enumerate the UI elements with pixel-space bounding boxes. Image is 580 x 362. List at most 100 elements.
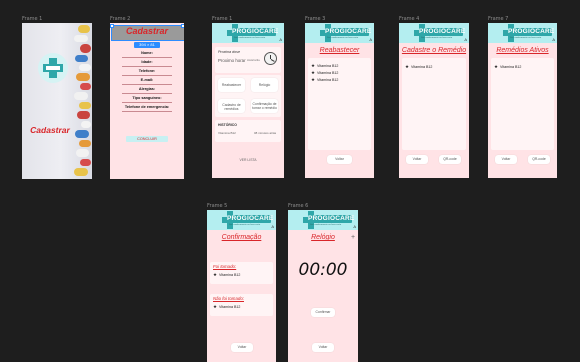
logo-wordmark: PROGIOCARE [325,28,372,36]
field-blood-type-label: Tipo sanguíneo: [132,96,162,100]
field-emergency-phone-label: Telefone de emergencia: [124,105,170,109]
star-icon: ★ [213,272,218,277]
frame-label[interactable]: Frame 1 [22,16,42,22]
logo-wordmark: PROGIOCARE [227,215,274,223]
splash-register-button[interactable]: Cadastrar [22,125,78,135]
app-header: PROGIOCARE Seu medicamento na hora certa… [212,23,284,43]
app-header: PROGIOCARE Seu medicamento na hora certa… [488,23,557,43]
logo-tagline: Seu medicamento na hora certa [510,37,542,39]
back-button[interactable]: Voltar [231,343,253,352]
back-button[interactable]: Voltar [312,343,334,352]
view-list-link[interactable]: VER LISTA [212,158,284,162]
register-title: Cadastrar [125,26,169,36]
taken-label: Foi tomado: [213,264,237,269]
frame-label[interactable]: Frame 1 [212,16,232,22]
qr-code-button[interactable]: QR-code [439,155,461,164]
back-button[interactable]: Voltar [495,155,517,164]
frame-label[interactable]: Frame 7 [488,16,508,22]
star-icon: ★ [213,304,218,309]
field-allergies-input[interactable] [122,93,172,94]
conclude-button[interactable]: CONCLUIR [126,136,168,142]
frame-restock: PROGIOCARE Seu medicamento na hora certa… [305,23,374,178]
app-header: PROGIOCARE Seu medicamento na hora certa… [207,210,276,230]
list-item[interactable]: ★ Vitamina B12 [213,272,240,278]
add-alarm-button[interactable]: + [351,234,355,241]
logo-tagline: Seu medicamento na hora certa [310,224,342,226]
not-taken-label: Não foi tomado: [213,296,244,301]
field-allergies-label: Alergias: [138,87,156,91]
header-corner-letter: A [353,224,356,229]
field-phone-label: Telefone: [138,69,156,73]
confirm-medicine-button[interactable]: Confirmação de tomar o remédio [251,99,278,113]
page-title: Cadastre o Remédio [401,47,467,54]
frame-label[interactable]: Frame 5 [207,203,227,209]
next-dose-note: Horário/dia [247,59,260,62]
back-button[interactable]: Voltar [327,155,352,164]
star-icon: ★ [494,64,499,69]
clock-icon [264,52,277,65]
app-header: PROGIOCARE Seu medicamento na hora certa… [288,210,358,230]
field-phone-input[interactable] [122,75,172,76]
logo-tagline: Seu medicamento na hora certa [421,37,453,39]
restock-button[interactable]: Reabastecer [218,78,245,92]
frame-clock: PROGIOCARE Seu medicamento na hora certa… [288,210,358,362]
list-item[interactable]: ★ Vitamina B12 [311,70,338,76]
frame-active-medicines: PROGIOCARE Seu medicamento na hora certa… [488,23,557,178]
page-title: Reabastecer [319,47,360,54]
frame-register: Cadastrar 394 × 81 Nome: Idade: Telefone… [110,23,184,179]
qr-code-button[interactable]: QR-code [528,155,550,164]
clock-button[interactable]: Relógio [251,78,278,92]
logo-wordmark: PROGIOCARE [508,28,555,36]
selection-size-badge: 394 × 81 [134,42,160,48]
selection-handle[interactable] [181,24,184,28]
field-name-label: Nome: [141,51,153,55]
header-corner-letter: A [369,37,372,42]
list-item[interactable]: ★ Vitamina B12 [494,64,521,70]
header-corner-letter: A [271,224,274,229]
page-title: Relógio [311,234,335,241]
frame-home: PROGIOCARE Seu medicamento na hora certa… [212,23,284,178]
field-email-input[interactable] [122,84,172,85]
confirm-button[interactable]: Confirmar [311,308,335,317]
app-header: PROGIOCARE Seu medicamento na hora certa… [305,23,374,43]
page-title: Confirmação [221,234,262,241]
logo-wordmark: PROGIOCARE [232,28,279,36]
history-title: HISTÓRICO [218,123,237,127]
header-corner-letter: A [552,37,555,42]
list-item[interactable]: ★ Vitamina B12 [405,64,432,70]
page-title: Remédios Ativos [496,47,549,54]
header-corner-letter: A [279,37,282,42]
clock-time: 00:00 [298,260,348,280]
frame-label[interactable]: Frame 6 [288,203,308,209]
app-header: PROGIOCARE Seu medicamento na hora certa… [399,23,469,43]
field-emergency-phone-input[interactable] [122,111,172,112]
medicine-list-panel [402,58,466,150]
field-age-input[interactable] [122,66,172,67]
back-button[interactable]: Voltar [406,155,428,164]
history-item-time: 08 minutos atrás [254,131,277,135]
frame-label[interactable]: Frame 3 [305,16,325,22]
logo-wordmark: PROGIOCARE [308,215,355,223]
header-corner-letter: A [464,37,467,42]
field-age-label: Idade: [141,60,153,64]
register-medicine-button[interactable]: Cadastro de remédios [218,99,245,113]
active-list-panel [491,58,554,150]
frame-splash: Cadastrar [22,23,92,179]
frame-confirmation: PROGIOCARE Seu medicamento na hora certa… [207,210,276,362]
frame-label[interactable]: Frame 2 [110,16,130,22]
field-name-input[interactable] [122,57,172,58]
frame-label[interactable]: Frame 4 [399,16,419,22]
field-blood-type-input[interactable] [122,102,172,103]
star-icon: ★ [311,77,316,82]
frame-add-medicine: PROGIOCARE Seu medicamento na hora certa… [399,23,469,178]
logo-badge [38,53,68,83]
list-item[interactable]: ★ Vitamina B12 [311,77,338,83]
logo-tagline: Seu medicamento na hora certa [234,37,266,39]
logo-tagline: Seu medicamento na hora certa [327,37,359,39]
selection-handle[interactable] [110,24,114,28]
star-icon: ★ [405,64,410,69]
next-dose-label: Proxima dose [218,50,240,54]
logo-tagline: Seu medicamento na hora certa [229,224,261,226]
list-item[interactable]: ★ Vitamina B12 [213,304,240,310]
list-item[interactable]: ★ Vitamina B12 [311,63,338,69]
